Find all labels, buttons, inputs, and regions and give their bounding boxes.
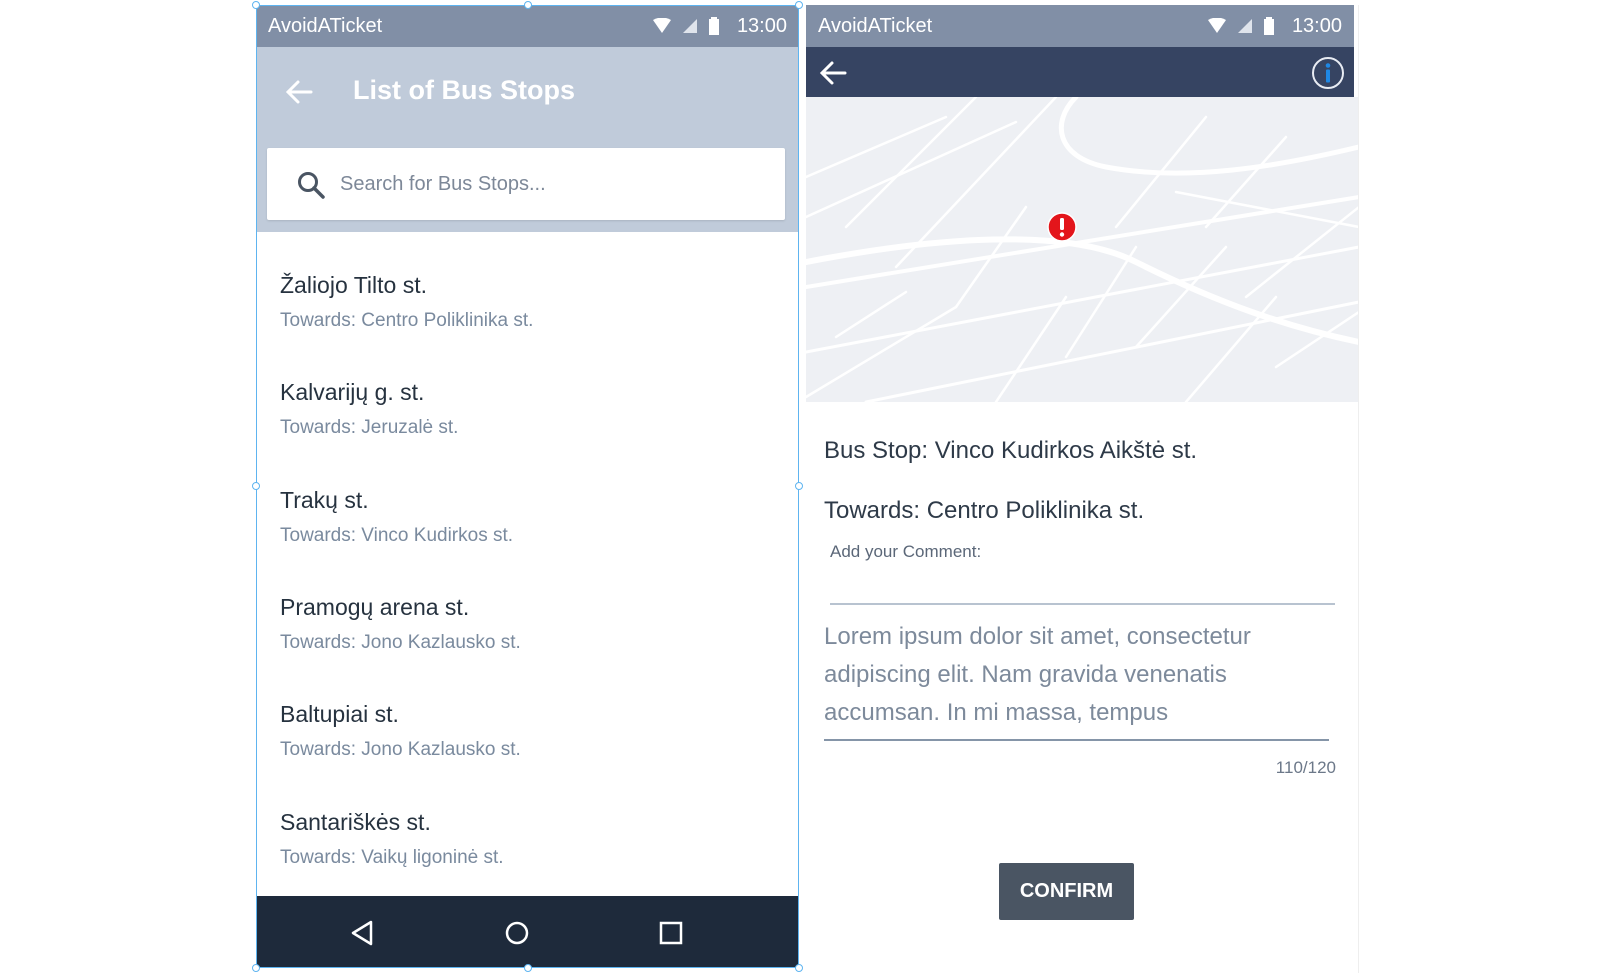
character-counter: 110/120 (1275, 758, 1336, 777)
stop-name: Kalvarijų g. st. (280, 379, 425, 405)
bus-stop-detail-screen: AvoidATicket 13:00 Bus Stop: Vinco Kudir… (806, 5, 1359, 973)
bus-stop-name: Bus Stop: Vinco Kudirkos Aikštė st. (824, 437, 1198, 464)
stop-name: Trakų st. (280, 487, 369, 513)
recents-square-icon[interactable] (656, 918, 686, 948)
search-icon (298, 172, 325, 199)
comment-label: Add your Comment: (830, 542, 982, 561)
map-view[interactable] (806, 97, 1358, 402)
stop-direction: Towards: Vaikų ligoninė st. (280, 847, 504, 868)
resize-handle[interactable] (795, 482, 803, 490)
stop-name: Pramogų arena st. (280, 594, 470, 620)
back-arrow-icon[interactable] (284, 77, 314, 107)
page-title: List of Bus Stops (353, 75, 575, 105)
stop-direction: Towards: Jeruzalė st. (280, 417, 459, 438)
bus-stop-direction: Towards: Centro Poliklinika st. (824, 497, 1145, 524)
signal-icon (682, 19, 697, 33)
resize-handle[interactable] (524, 964, 532, 972)
comment-underline (824, 739, 1329, 741)
home-circle-icon[interactable] (502, 918, 532, 948)
resize-handle[interactable] (795, 964, 803, 972)
resize-handle[interactable] (252, 482, 260, 490)
list-item[interactable]: Kalvarijų g. st. Towards: Jeruzalė st. (256, 339, 799, 439)
resize-handle[interactable] (252, 964, 260, 972)
wifi-icon (652, 18, 671, 33)
confirm-button[interactable]: CONFIRM (999, 863, 1134, 920)
list-header: List of Bus Stops (256, 47, 799, 232)
stop-direction: Towards: Vinco Kudirkos st. (280, 525, 514, 546)
resize-handle[interactable] (252, 1, 260, 9)
signal-icon (1237, 19, 1252, 33)
back-arrow-icon[interactable] (818, 58, 848, 88)
status-bar: AvoidATicket 13:00 (256, 5, 799, 47)
list-item[interactable]: Baltupiai st. Towards: Jono Kazlausko st… (256, 661, 799, 761)
comment-textarea[interactable]: Lorem ipsum dolor sit amet, consectetur … (824, 618, 1324, 732)
search-input[interactable] (340, 166, 760, 202)
stop-name: Baltupiai st. (280, 701, 399, 727)
list-item[interactable]: Žaliojo Tilto st. Towards: Centro Polikl… (256, 232, 799, 332)
stop-direction: Towards: Centro Poliklinika st. (280, 310, 534, 331)
status-time: 13:00 (736, 14, 787, 37)
info-icon[interactable] (1311, 56, 1345, 90)
bus-stop-list-screen: AvoidATicket 13:00 List of Bus Stops Sea… (256, 5, 799, 968)
stop-direction: Towards: Jono Kazlausko st. (280, 632, 521, 653)
stop-name: Santariškės st. (280, 809, 431, 835)
list-item[interactable]: Santariškės st. Towards: Vaikų ligoninė … (256, 769, 799, 869)
battery-icon (1263, 17, 1274, 35)
status-app-name: AvoidATicket (268, 14, 383, 37)
list-item[interactable]: Trakų st. Towards: Vinco Kudirkos st. (256, 447, 799, 547)
back-triangle-icon[interactable] (347, 918, 377, 948)
status-bar: AvoidATicket 13:00 (806, 5, 1354, 47)
stop-direction: Towards: Jono Kazlausko st. (280, 739, 521, 760)
search-bar[interactable] (267, 148, 785, 220)
stop-name: Žaliojo Tilto st. (280, 272, 427, 298)
resize-handle[interactable] (524, 1, 532, 9)
mockup-stage: AvoidATicket 13:00 List of Bus Stops Sea… (0, 0, 1600, 973)
comment-divider (830, 603, 1335, 605)
map-streets (806, 97, 1358, 402)
list-item[interactable]: Pramogų arena st. Towards: Jono Kazlausk… (256, 554, 799, 654)
resize-handle[interactable] (795, 1, 803, 9)
alert-marker-icon[interactable] (1046, 211, 1078, 243)
system-nav-bar (256, 896, 799, 968)
wifi-icon (1207, 18, 1226, 33)
status-time: 13:00 (1291, 14, 1342, 37)
battery-icon (708, 17, 719, 35)
status-app-name: AvoidATicket (818, 14, 933, 37)
detail-header (806, 47, 1354, 97)
